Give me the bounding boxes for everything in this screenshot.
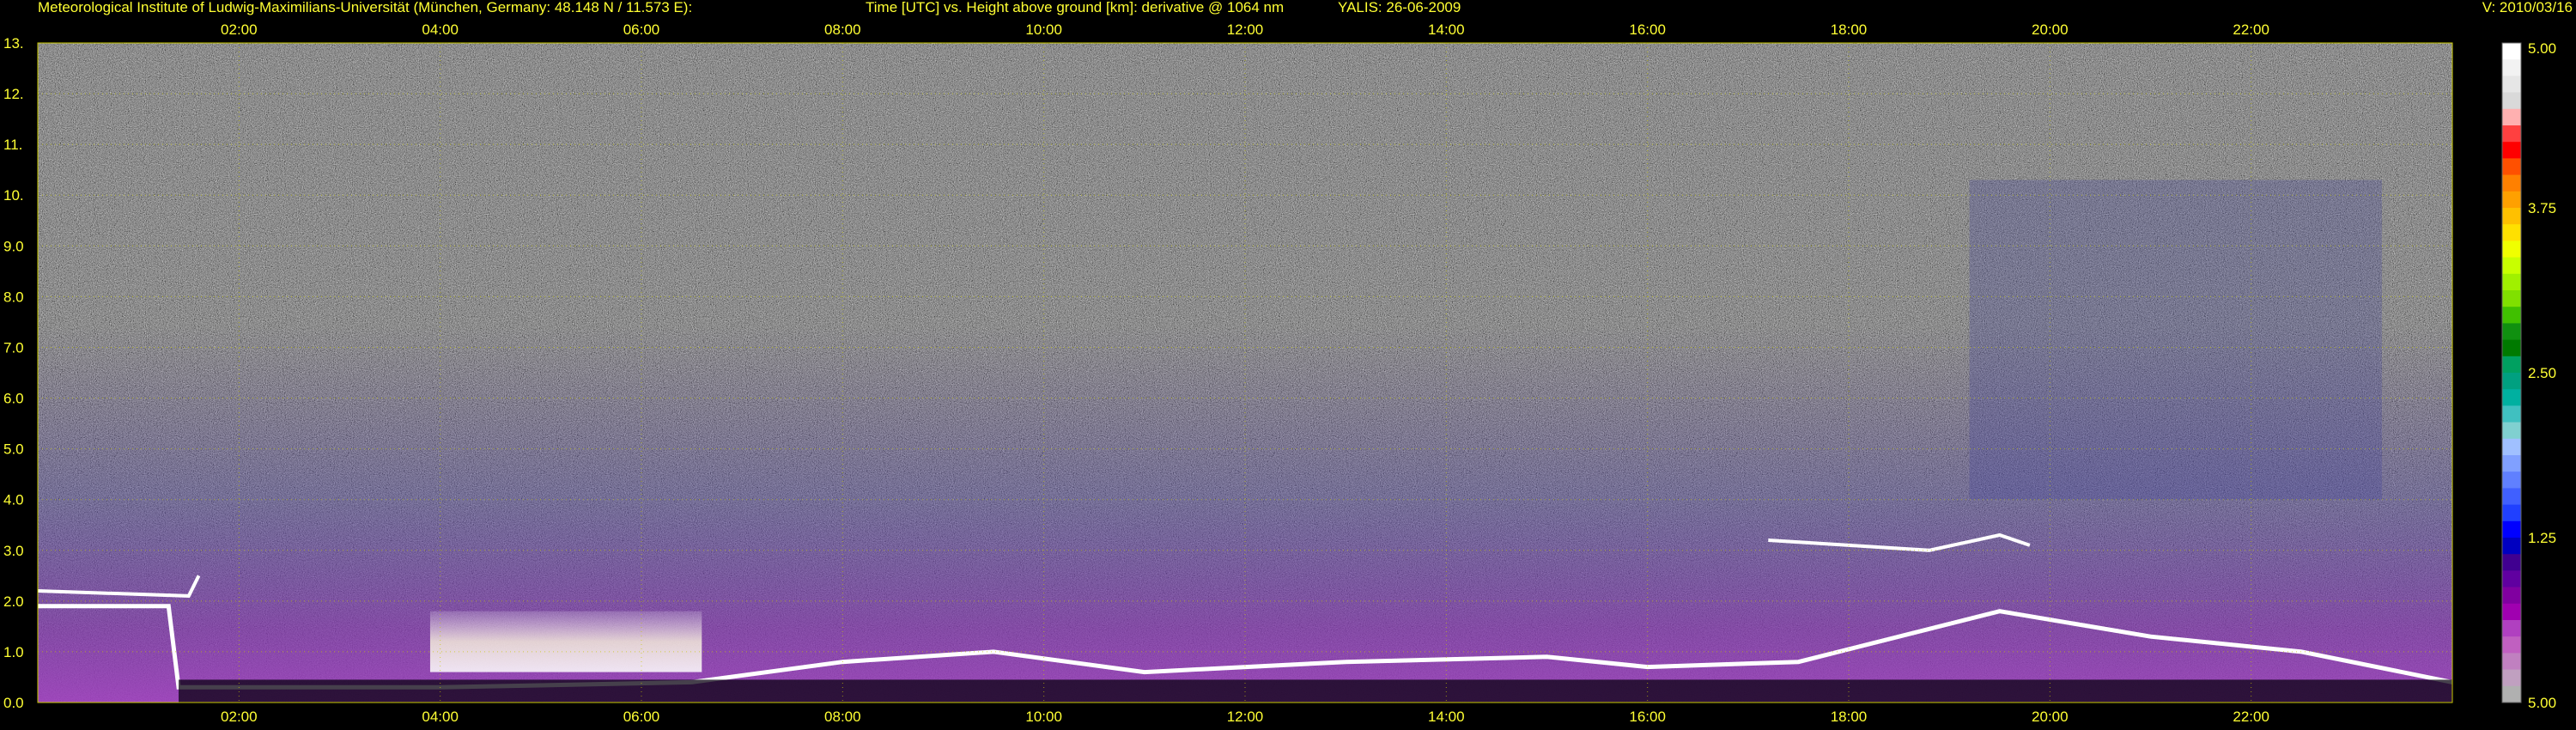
feature-fog-layer bbox=[429, 611, 702, 672]
colorbar-segment bbox=[2502, 323, 2521, 341]
colorbar-segment bbox=[2502, 405, 2521, 423]
colorbar-tick-label: 5.00 bbox=[2528, 695, 2556, 711]
colorbar-segment bbox=[2502, 92, 2521, 110]
colorbar-segment bbox=[2502, 339, 2521, 357]
colorbar-segment bbox=[2502, 307, 2521, 324]
x-tick-label-top: 20:00 bbox=[2032, 21, 2069, 38]
y-tick-label: 7.0 bbox=[3, 339, 24, 356]
colorbar-segment bbox=[2502, 76, 2521, 94]
colorbar-segment bbox=[2502, 669, 2521, 687]
colorbar-segment bbox=[2502, 587, 2521, 605]
colorbar-segment bbox=[2502, 125, 2521, 143]
colorbar-segment bbox=[2502, 373, 2521, 390]
x-tick-label-bottom: 06:00 bbox=[623, 709, 660, 725]
x-tick-label-bottom: 04:00 bbox=[422, 709, 459, 725]
x-tick-label-top: 18:00 bbox=[1831, 21, 1868, 38]
colorbar-segment bbox=[2502, 685, 2521, 703]
x-tick-label-bottom: 20:00 bbox=[2032, 709, 2069, 725]
y-tick-label: 8.0 bbox=[3, 289, 24, 305]
x-tick-label-top: 14:00 bbox=[1428, 21, 1465, 38]
colorbar-segment bbox=[2502, 240, 2521, 259]
colorbar-tick-label: 1.25 bbox=[2528, 530, 2556, 546]
x-tick-label-top: 04:00 bbox=[422, 21, 459, 38]
colorbar-segment bbox=[2502, 356, 2521, 374]
y-tick-label: 11. bbox=[3, 137, 22, 153]
institute-label: Meteorological Institute of Ludwig-Maxim… bbox=[38, 0, 692, 15]
y-tick-label: 13. bbox=[3, 35, 24, 52]
colorbar-segment bbox=[2502, 636, 2521, 654]
x-tick-label-bottom: 16:00 bbox=[1629, 709, 1666, 725]
colorbar-segment bbox=[2502, 158, 2521, 176]
colorbar-segment bbox=[2502, 273, 2521, 291]
version-label: V: 2010/03/16 bbox=[2482, 0, 2573, 15]
colorbar-segment bbox=[2502, 43, 2521, 60]
y-tick-label: 1.0 bbox=[3, 644, 24, 660]
colorbar-tick-label: 5.00 bbox=[2528, 40, 2556, 57]
x-tick-label-bottom: 02:00 bbox=[221, 709, 258, 725]
surface-band bbox=[179, 679, 2452, 703]
y-tick-label: 12. bbox=[3, 86, 24, 102]
y-tick-label: 9.0 bbox=[3, 238, 24, 254]
lidar-chart: Meteorological Institute of Ludwig-Maxim… bbox=[3, 0, 2573, 725]
y-tick-label: 10. bbox=[3, 187, 24, 204]
x-tick-label-top: 08:00 bbox=[824, 21, 861, 38]
colorbar-segment bbox=[2502, 471, 2521, 489]
y-tick-label: 3.0 bbox=[3, 543, 24, 559]
colorbar-segment bbox=[2502, 653, 2521, 671]
x-tick-label-bottom: 12:00 bbox=[1227, 709, 1264, 725]
x-tick-label-bottom: 08:00 bbox=[824, 709, 861, 725]
colorbar-segment bbox=[2502, 290, 2521, 307]
x-tick-label-top: 06:00 bbox=[623, 21, 660, 38]
colorbar-segment bbox=[2502, 603, 2521, 621]
colorbar-segment bbox=[2502, 455, 2521, 472]
colorbar-segment bbox=[2502, 224, 2521, 241]
feature-cirrus-region bbox=[1969, 179, 2382, 500]
colorbar-segment bbox=[2502, 108, 2521, 126]
x-tick-label-bottom: 10:00 bbox=[1025, 709, 1062, 725]
colorbar-segment bbox=[2502, 538, 2521, 555]
x-tick-label-top: 22:00 bbox=[2233, 21, 2269, 38]
x-tick-label-top: 12:00 bbox=[1227, 21, 1264, 38]
colorbar-segment bbox=[2502, 570, 2521, 588]
x-tick-label-top: 10:00 bbox=[1025, 21, 1062, 38]
colorbar-segment bbox=[2502, 422, 2521, 440]
x-tick-label-bottom: 22:00 bbox=[2233, 709, 2269, 725]
y-tick-label: 0.0 bbox=[3, 695, 24, 711]
y-tick-label: 6.0 bbox=[3, 391, 24, 407]
colorbar-segment bbox=[2502, 208, 2521, 225]
colorbar-tick-label: 3.75 bbox=[2528, 200, 2556, 216]
colorbar-segment bbox=[2502, 191, 2521, 209]
colorbar-segment bbox=[2502, 504, 2521, 522]
colorbar-segment bbox=[2502, 174, 2521, 192]
y-tick-label: 5.0 bbox=[3, 441, 24, 458]
x-tick-label-bottom: 14:00 bbox=[1428, 709, 1465, 725]
plot-title: Time [UTC] vs. Height above ground [km]:… bbox=[866, 0, 1284, 15]
x-tick-label-top: 16:00 bbox=[1629, 21, 1666, 38]
x-tick-label-bottom: 18:00 bbox=[1831, 709, 1868, 725]
colorbar-segment bbox=[2502, 257, 2521, 275]
instrument-label: YALIS: 26-06-2009 bbox=[1338, 0, 1461, 15]
colorbar-segment bbox=[2502, 59, 2521, 76]
colorbar-segment bbox=[2502, 620, 2521, 637]
y-tick-label: 2.0 bbox=[3, 593, 24, 610]
colorbar-segment bbox=[2502, 142, 2521, 159]
x-tick-label-top: 02:00 bbox=[221, 21, 258, 38]
colorbar-tick-label: 2.50 bbox=[2528, 365, 2556, 381]
colorbar-segment bbox=[2502, 389, 2521, 406]
colorbar-segment bbox=[2502, 554, 2521, 571]
y-tick-label: 4.0 bbox=[3, 492, 24, 508]
colorbar-segment bbox=[2502, 520, 2521, 538]
colorbar-segment bbox=[2502, 488, 2521, 506]
colorbar-segment bbox=[2502, 438, 2521, 456]
